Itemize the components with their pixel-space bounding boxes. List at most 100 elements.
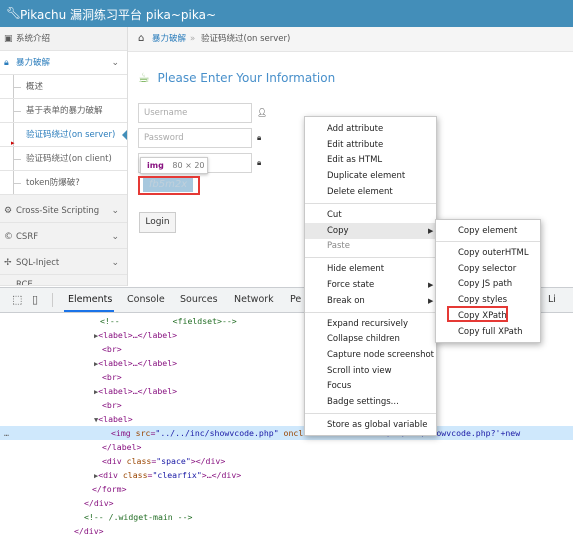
dom-line[interactable]: <!-- /.widget-main --> — [84, 510, 573, 524]
password-placeholder: Password — [144, 133, 184, 143]
sidebar-item-label: SQL-Inject — [16, 258, 60, 268]
tab-network[interactable]: Network — [234, 294, 274, 305]
lock-icon: 🔒︎ — [257, 133, 262, 142]
caret-right-icon: ▸ — [11, 139, 15, 147]
sidebar-item-bruteforce[interactable]: 🔒︎ 暴力破解 ⌄ — [0, 51, 127, 75]
chevron-down-icon: ⌄ — [111, 58, 119, 68]
dom-line[interactable]: ▶<div class="clearfix">…</div> — [94, 468, 573, 482]
sidebar-subitem-captcha-server[interactable]: ▸ 验证码绕过(on server) — [0, 123, 127, 147]
breadcrumb: ⌂ 暴力破解 » 验证码绕过(on server) — [128, 27, 573, 52]
menu-item-duplicate[interactable]: Duplicate element — [305, 168, 436, 184]
menu-item-edit-attribute[interactable]: Edit attribute — [305, 137, 436, 153]
chevron-down-icon: ⌄ — [111, 258, 119, 268]
top-navbar: 🔧︎ Pikachu 漏洞练习平台 pika~pika~ — [0, 0, 573, 27]
breadcrumb-link[interactable]: 暴力破解 — [152, 27, 186, 51]
tab-sources[interactable]: Sources — [180, 294, 218, 305]
sidebar-subitem-form-bruteforce[interactable]: 基于表单的暴力破解 — [0, 99, 127, 123]
app-title[interactable]: Pikachu 漏洞练习平台 pika~pika~ — [20, 6, 216, 23]
desktop-icon: ▣ — [4, 34, 13, 44]
dom-line-selected[interactable]: … <img src="../../inc/showvcode.php" onc… — [0, 426, 573, 440]
sidebar-subitem-token[interactable]: token防爆破? — [0, 171, 127, 195]
menu-item-delete[interactable]: Delete element — [305, 184, 436, 200]
sidebar-item-xss[interactable]: ⚙︎ Cross-Site Scripting ⌄ — [0, 199, 127, 223]
username-placeholder: Username — [144, 108, 188, 118]
coffee-icon: ☕︎ — [138, 71, 150, 86]
form-title: ☕︎ Please Enter Your Information — [138, 71, 335, 86]
element-tooltip: img 80 × 20 — [140, 157, 208, 174]
chevron-down-icon: ⌄ — [111, 232, 119, 242]
sidebar-item-label: 暴力破解 — [16, 58, 51, 68]
dom-line[interactable]: </div> — [84, 496, 573, 510]
submenu-arrow-icon: ▶ — [428, 227, 434, 235]
tooltip-size: 80 × 20 — [172, 161, 205, 170]
tab-lighthouse[interactable]: Li — [548, 294, 556, 305]
sidebar-item-sqli[interactable]: ✢ SQL-Inject ⌄ — [0, 251, 127, 275]
menu-item-scroll-into-view[interactable]: Scroll into view — [305, 363, 436, 379]
menu-item-add-attribute[interactable]: Add attribute — [305, 121, 436, 137]
lock-icon: 🔒︎ — [4, 58, 9, 68]
menu-item-expand-recursively[interactable]: Expand recursively — [305, 316, 436, 332]
inspect-icon[interactable]: ⬚ — [12, 293, 22, 306]
sql-icon: ✢ — [4, 258, 12, 268]
menu-item-paste[interactable]: Paste — [305, 238, 436, 254]
menu-item-copy[interactable]: Copy ▶ — [305, 223, 436, 239]
menu-item-capture-screenshot[interactable]: Capture node screenshot — [305, 347, 436, 363]
menu-item-force-state[interactable]: Force state ▶ — [305, 277, 436, 293]
dom-line[interactable]: </div> — [74, 524, 573, 538]
menu-item-focus[interactable]: Focus — [305, 378, 436, 394]
menu-item-hide-element[interactable]: Hide element — [305, 261, 436, 277]
copy-submenu: Copy element Copy outerHTML Copy selecto… — [435, 219, 541, 343]
sidebar-item-rce[interactable]: RCE — [0, 277, 127, 286]
tab-console[interactable]: Console — [127, 294, 165, 305]
tab-performance[interactable]: Pe — [290, 294, 301, 305]
menu-item-badge-settings[interactable]: Badge settings... — [305, 394, 436, 410]
chevron-down-icon: ⌄ — [111, 206, 119, 216]
username-input[interactable]: Username — [138, 103, 252, 123]
sidebar-item-csrf[interactable]: ©︎ CSRF ⌄ — [0, 225, 127, 249]
wrench-icon: 🔧︎ — [6, 6, 22, 20]
password-input[interactable]: Password — [138, 128, 252, 148]
lock-icon: 🔒︎ — [257, 158, 262, 167]
menu-item-copy-outerhtml[interactable]: Copy outerHTML — [436, 245, 540, 261]
form-title-text: Please Enter Your Information — [157, 71, 336, 85]
menu-item-copy-js-path[interactable]: Copy JS path — [436, 276, 540, 292]
captcha-highlight-box — [138, 176, 200, 195]
sidebar-item-label: 系统介绍 — [16, 34, 51, 44]
tooltip-tag: img — [147, 161, 164, 170]
sidebar-subitem-overview[interactable]: 概述 — [0, 75, 127, 99]
menu-item-break-on[interactable]: Break on ▶ — [305, 293, 436, 309]
menu-item-copy-selector[interactable]: Copy selector — [436, 261, 540, 277]
menu-item-copy-full-xpath[interactable]: Copy full XPath — [436, 324, 540, 340]
home-icon: ⌂ — [138, 33, 145, 44]
menu-item-store-global[interactable]: Store as global variable — [305, 417, 436, 433]
sidebar-item-label: CSRF — [16, 232, 39, 242]
menu-item-collapse-children[interactable]: Collapse children — [305, 331, 436, 347]
dom-line[interactable]: <div class="space"></div> — [102, 454, 573, 468]
submenu-arrow-icon: ▶ — [428, 297, 434, 305]
dom-line[interactable]: </label> — [102, 440, 573, 454]
sidebar-item-label: 验证码绕过(on server) — [26, 130, 116, 140]
device-toolbar-icon[interactable]: ▯ — [32, 293, 38, 306]
sidebar-item-label: 概述 — [26, 82, 44, 92]
sidebar-item-label: RCE — [16, 280, 33, 286]
xpath-highlight-box — [447, 306, 508, 322]
sidebar-item-label: 验证码绕过(on client) — [26, 154, 112, 164]
context-menu: Add attribute Edit attribute Edit as HTM… — [304, 116, 437, 436]
sidebar-item-label: token防爆破? — [26, 178, 80, 188]
sidebar-item-intro[interactable]: ▣ 系统介绍 — [0, 27, 127, 51]
user-icon: 👤︎ — [257, 108, 268, 117]
sidebar-item-label: Cross-Site Scripting — [16, 206, 100, 216]
sidebar-item-label: 基于表单的暴力破解 — [26, 106, 103, 116]
sidebar-subitem-captcha-client[interactable]: 验证码绕过(on client) — [0, 147, 127, 171]
dom-line[interactable]: </form> — [92, 482, 573, 496]
tab-elements[interactable]: Elements — [68, 294, 112, 305]
menu-item-cut[interactable]: Cut — [305, 207, 436, 223]
sidebar: ▣ 系统介绍 🔒︎ 暴力破解 ⌄ 概述 基于表单的暴力破解 ▸ 验证码绕过(on… — [0, 27, 128, 286]
login-button[interactable]: Login — [139, 212, 176, 233]
menu-item-copy-element[interactable]: Copy element — [436, 223, 540, 239]
menu-item-edit-html[interactable]: Edit as HTML — [305, 152, 436, 168]
csrf-icon: ©︎ — [4, 232, 13, 242]
breadcrumb-separator: » — [190, 34, 196, 44]
breadcrumb-current: 验证码绕过(on server) — [201, 34, 291, 44]
submenu-arrow-icon: ▶ — [428, 281, 434, 289]
